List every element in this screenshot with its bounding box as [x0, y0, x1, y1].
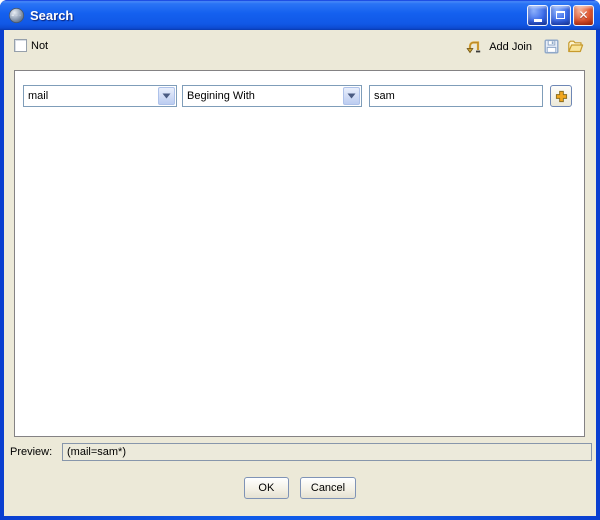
- preview-label: Preview:: [10, 446, 62, 458]
- plus-icon: [555, 90, 568, 103]
- attribute-dropdown-value: mail: [28, 90, 158, 102]
- open-folder-icon[interactable]: [567, 38, 584, 55]
- minimize-button[interactable]: [527, 5, 548, 26]
- not-option: Not: [14, 39, 48, 52]
- titlebar[interactable]: Search ✕: [0, 0, 600, 30]
- close-icon: ✕: [578, 9, 588, 21]
- not-checkbox-label: Not: [31, 40, 48, 52]
- preview-field[interactable]: [62, 443, 592, 461]
- maximize-button[interactable]: [550, 5, 571, 26]
- close-button[interactable]: ✕: [573, 5, 594, 26]
- chevron-down-icon: [162, 93, 171, 99]
- not-checkbox[interactable]: [14, 39, 27, 52]
- preview-row: Preview:: [10, 443, 592, 461]
- dialog-content: Not Add Join: [4, 30, 596, 516]
- maximize-icon: [556, 11, 565, 19]
- search-value-input[interactable]: [369, 85, 543, 107]
- search-dialog: Search ✕ Not Add Join: [0, 0, 600, 520]
- add-join-label[interactable]: Add Join: [489, 41, 532, 53]
- footer-buttons: OK Cancel: [4, 477, 596, 499]
- minimize-icon: [534, 19, 542, 22]
- operator-dropdown-button[interactable]: [343, 87, 360, 105]
- attribute-dropdown-button[interactable]: [158, 87, 175, 105]
- filter-panel: mail Begining With: [14, 70, 585, 437]
- add-filter-button[interactable]: [550, 85, 572, 107]
- join-toolbar: Add Join: [465, 38, 584, 55]
- attribute-dropdown[interactable]: mail: [23, 85, 177, 107]
- operator-dropdown-value: Begining With: [187, 90, 343, 102]
- chevron-down-icon: [347, 93, 356, 99]
- window-controls: ✕: [527, 5, 594, 26]
- window-sphere-icon: [8, 7, 25, 24]
- filter-row: mail Begining With: [23, 85, 572, 107]
- add-join-icon[interactable]: [465, 38, 482, 55]
- window-title: Search: [30, 8, 527, 23]
- operator-dropdown[interactable]: Begining With: [182, 85, 362, 107]
- ok-button[interactable]: OK: [244, 477, 289, 499]
- save-icon[interactable]: [543, 38, 560, 55]
- cancel-button[interactable]: Cancel: [300, 477, 356, 499]
